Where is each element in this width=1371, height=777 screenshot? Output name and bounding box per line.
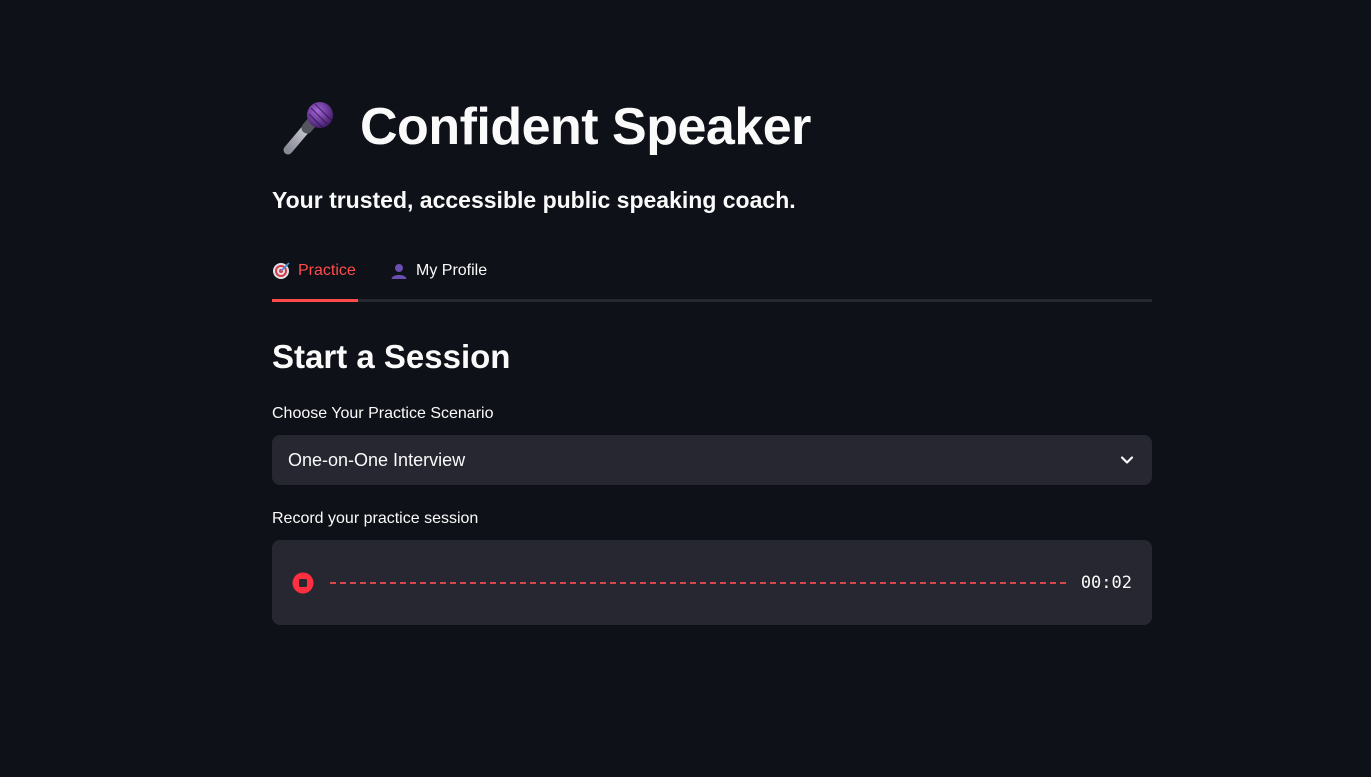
tab-bar: Practice My Profile bbox=[272, 248, 1152, 302]
stop-recording-button[interactable] bbox=[292, 572, 314, 594]
person-icon bbox=[391, 264, 407, 279]
title-row: Confident Speaker bbox=[280, 92, 811, 162]
section-heading: Start a Session bbox=[272, 338, 511, 375]
recording-waveform bbox=[330, 581, 1067, 584]
tab-practice[interactable]: Practice bbox=[272, 248, 358, 302]
app-subtitle: Your trusted, accessible public speaking… bbox=[272, 187, 796, 213]
tab-my-profile-label: My Profile bbox=[416, 262, 488, 279]
recording-timer: 00:02 bbox=[1080, 572, 1132, 593]
tab-my-profile[interactable]: My Profile bbox=[390, 248, 487, 302]
audio-recorder: 00:02 bbox=[272, 540, 1152, 625]
microphone-icon bbox=[283, 102, 333, 155]
scenario-select-value: One-on-One Interview bbox=[288, 449, 466, 470]
app-title: Confident Speaker bbox=[360, 98, 811, 156]
chevron-down-icon bbox=[1120, 456, 1134, 464]
scenario-select[interactable]: One-on-One Interview bbox=[272, 435, 1152, 485]
scenario-label: Choose Your Practice Scenario bbox=[272, 405, 494, 422]
active-tab-indicator bbox=[272, 299, 358, 302]
target-icon bbox=[273, 262, 290, 279]
tab-practice-label: Practice bbox=[298, 262, 356, 279]
record-label: Record your practice session bbox=[272, 510, 479, 527]
